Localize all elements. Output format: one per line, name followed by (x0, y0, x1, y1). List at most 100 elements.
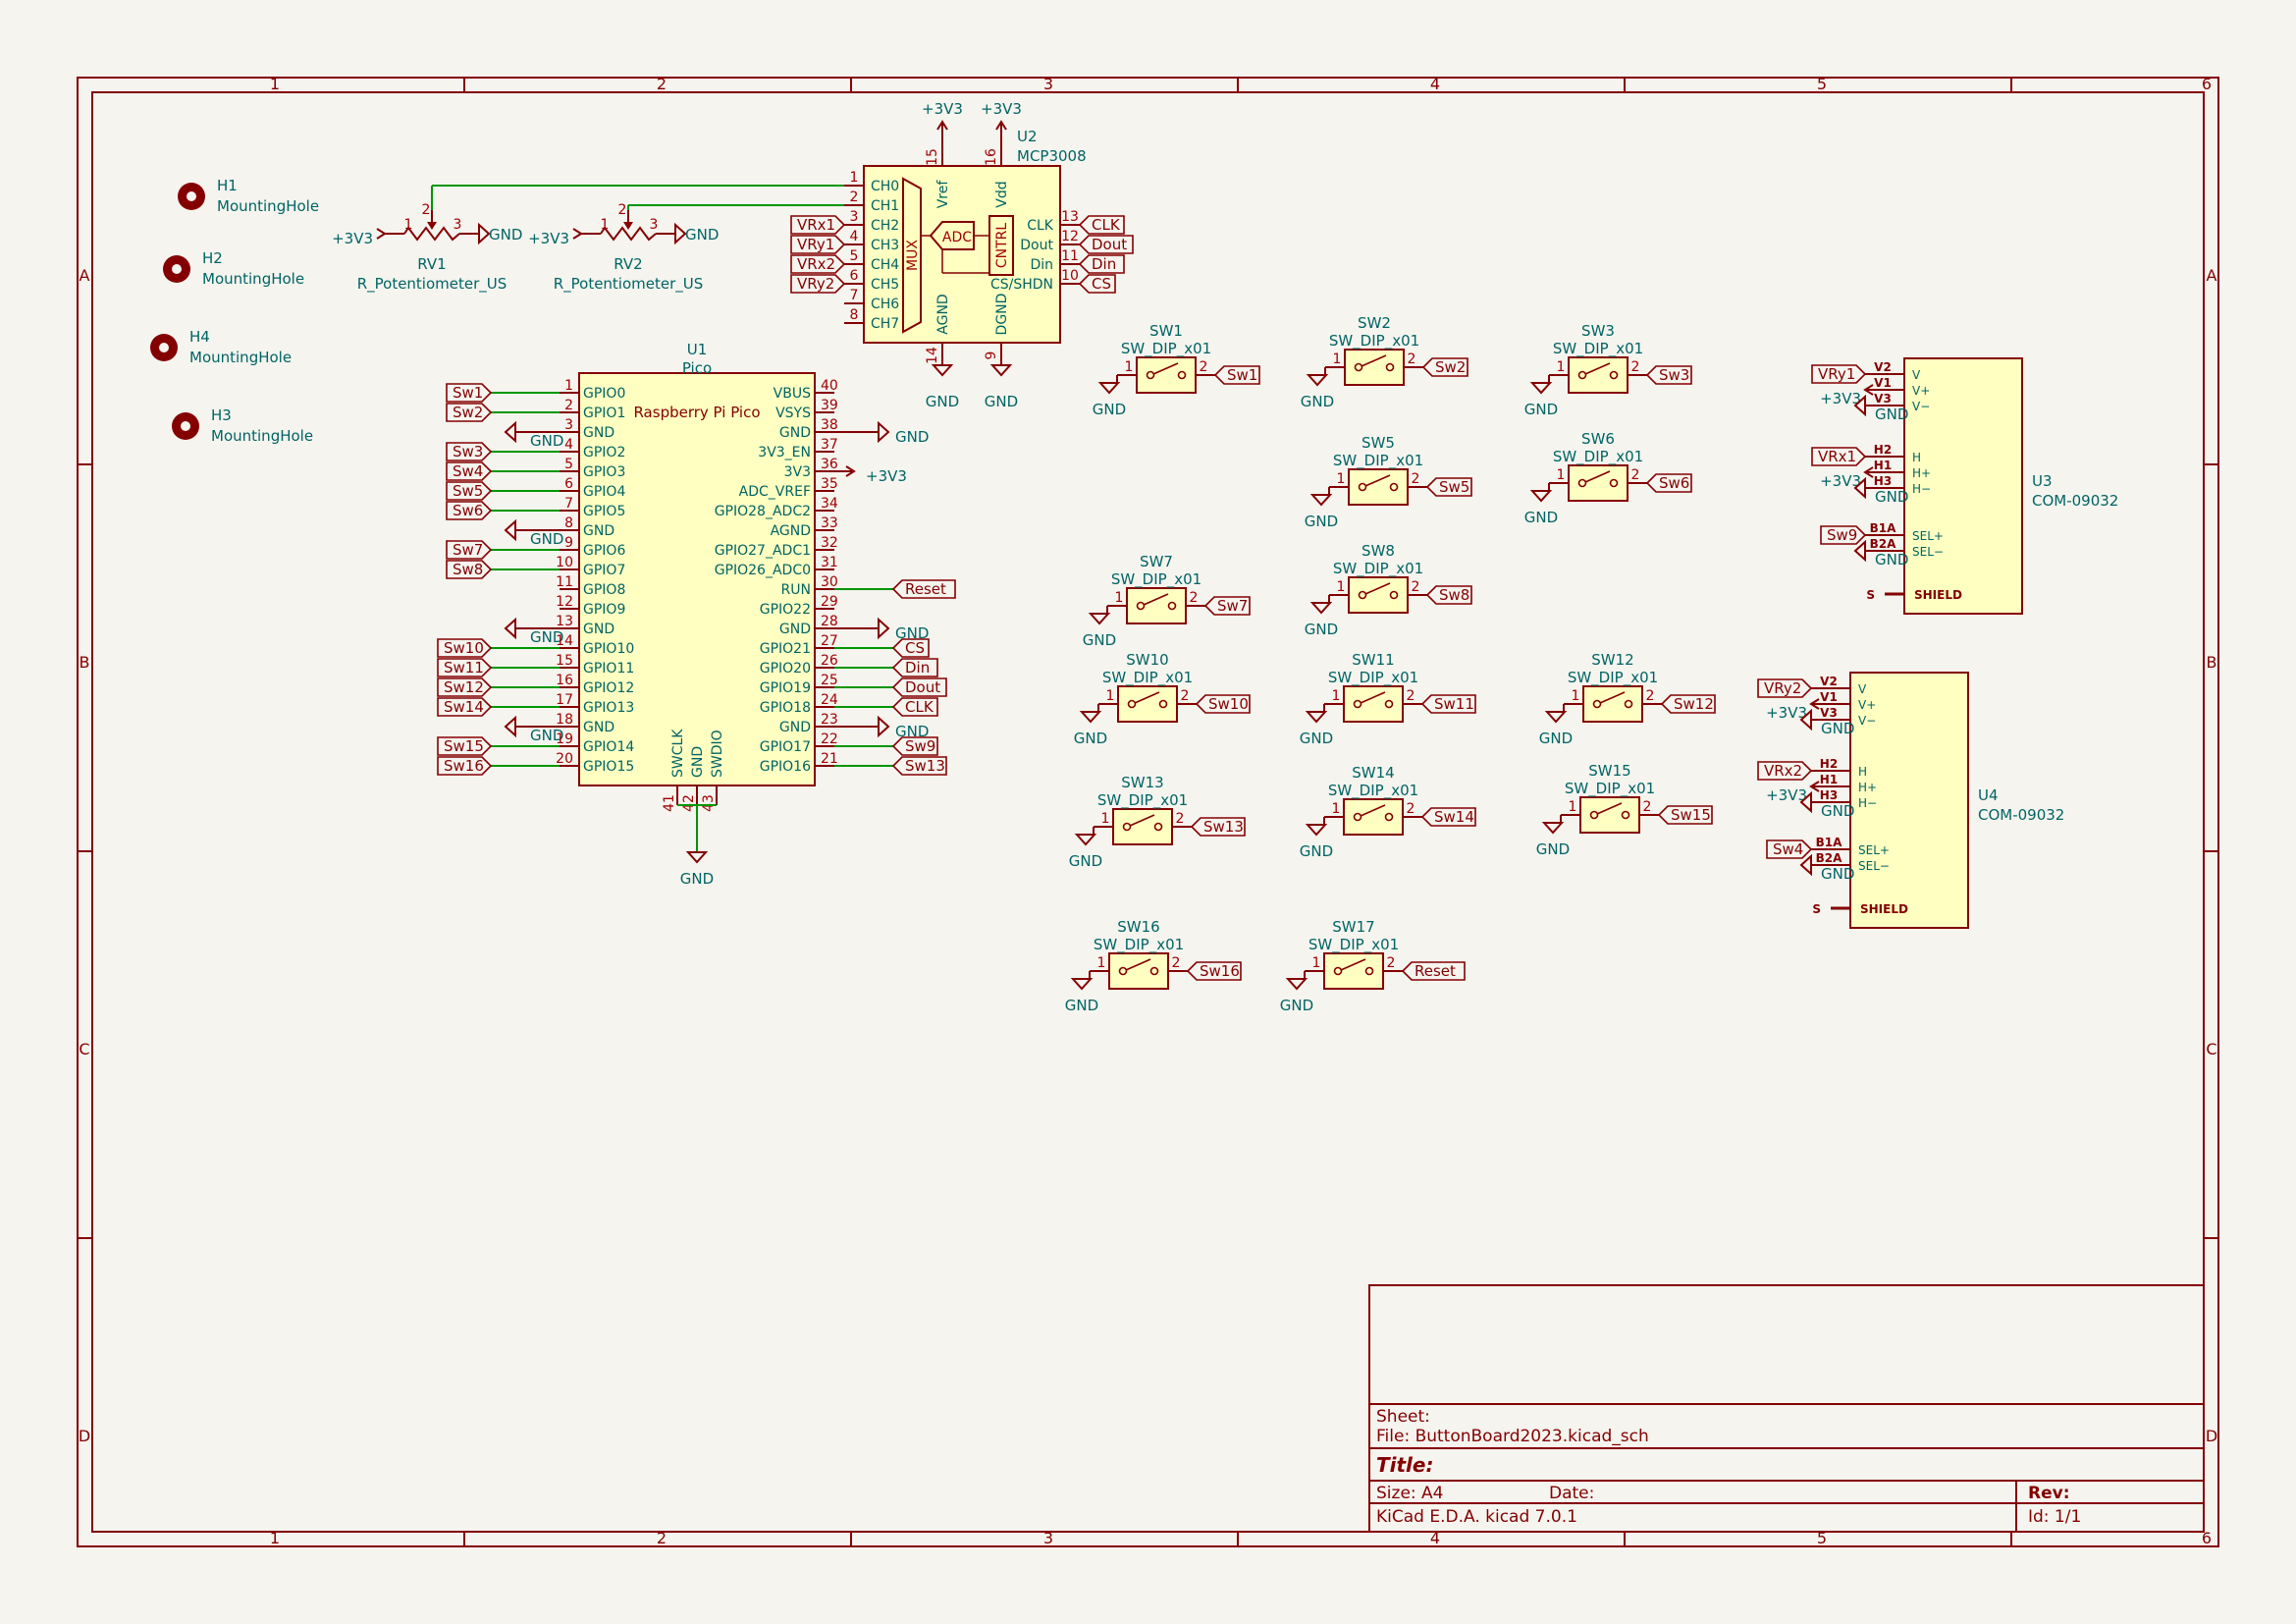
net-label-text: Sw11 (1434, 695, 1474, 713)
title-block-frame (1368, 1284, 2205, 1533)
potentiometers: +3V3 GND123RV1R_Potentiometer_US+3V3 GND12… (332, 185, 859, 294)
dip-switch: 1 2 SW13SW_DIP_x01 GND Sw13 (1069, 774, 1246, 870)
pin-number: B2A (1816, 851, 1842, 865)
net-label-text: VRx1 (1818, 448, 1856, 465)
pin-name: GND (583, 622, 614, 637)
net-label-text: Sw4 (453, 462, 483, 480)
switch-ref: SW12 (1591, 651, 1633, 669)
switch-body (1344, 349, 1405, 386)
net-label-text: Sw2 (453, 404, 483, 421)
mounting-hole-center (181, 421, 190, 431)
ground-triangle (1079, 711, 1102, 724)
ground-triangle (1305, 824, 1328, 837)
pin-name: GPIO17 (760, 739, 811, 755)
cntrl-label: CNTRL (994, 223, 1010, 269)
pin-number: 34 (821, 496, 838, 512)
tb-id: Id: 1/1 (2028, 1507, 2081, 1527)
ground-symbol (1079, 711, 1102, 724)
pot-ground (674, 222, 687, 245)
pin-number: 1 (1125, 359, 1134, 375)
net-label-text: Sw9 (905, 737, 935, 755)
shield-label: SHIELD (1914, 588, 1962, 602)
switch-value: SW_DIP_x01 (1308, 936, 1399, 954)
net-label-text: Sw3 (1659, 366, 1689, 384)
ground-symbol (1529, 490, 1553, 503)
net-label-text: Dout (1092, 236, 1127, 253)
ground-triangle (878, 420, 890, 444)
pin-name: GPIO11 (583, 661, 634, 677)
pin-number: 13 (1061, 209, 1079, 225)
net-label: VRy2 (1757, 678, 1813, 698)
ground-symbol (1544, 711, 1568, 724)
pin-name: CH0 (871, 179, 899, 194)
net-label: Sw8 (446, 560, 493, 579)
pin-number: 20 (556, 751, 573, 767)
pin-number: 2 (1646, 688, 1655, 704)
ground-symbol (1285, 978, 1308, 991)
pin-name: H− (1912, 482, 1931, 496)
pin-number: 15 (925, 148, 940, 166)
net-label-text: Sw16 (1200, 962, 1240, 980)
ground-triangle (1529, 382, 1553, 395)
pin-number: 36 (821, 457, 838, 472)
dip-switch: 1 2 SW12SW_DIP_x01 GND Sw12 (1539, 651, 1716, 747)
ground-symbol (1799, 853, 1812, 877)
switch-body (1112, 808, 1173, 845)
ground-symbol (878, 617, 890, 640)
joystick-ref: U4 (1978, 786, 1999, 804)
pin-number: 7 (564, 496, 573, 512)
adc-ref: U2 (1017, 128, 1038, 145)
ground-triangle (1529, 490, 1553, 503)
hole-value: MountingHole (211, 427, 313, 445)
pin-number: 2 (1176, 811, 1185, 827)
switch-value: SW_DIP_x01 (1102, 669, 1193, 687)
pin-number: H3 (1874, 474, 1892, 488)
pin-number: 2 (1407, 801, 1415, 817)
ground-triangle (504, 715, 516, 738)
ground-label: GND (926, 393, 959, 410)
pin-number: B2A (1870, 537, 1896, 551)
net-label-text: Sw13 (1203, 818, 1244, 836)
pin-number: S (1812, 902, 1821, 916)
col-marker-bottom: 2 (657, 1529, 667, 1547)
ground-symbol (878, 420, 890, 444)
net-label-text: CLK (1092, 216, 1121, 234)
switch-value: SW_DIP_x01 (1568, 669, 1658, 687)
net-label: Sw3 (446, 442, 493, 461)
ground-symbol (685, 851, 709, 864)
ground-symbol (1305, 824, 1328, 837)
ground-triangle (504, 617, 516, 640)
net-label-text: CS (1092, 275, 1111, 293)
net-label: Sw12 (1660, 694, 1716, 714)
ground-label: GND (1305, 513, 1338, 530)
pin-number: 1 (1572, 688, 1580, 704)
pin-name: GPIO28_ADC2 (715, 504, 811, 519)
net-label-text: Sw2 (1435, 358, 1466, 376)
ground-triangle (1074, 834, 1097, 846)
ground-symbol (1853, 539, 1866, 563)
switch-ref: SW15 (1588, 762, 1630, 780)
col-marker-top: 5 (1817, 75, 1827, 93)
ground-triangle (685, 851, 709, 864)
net-label-text: CS (905, 639, 925, 657)
pin-number: H1 (1820, 773, 1838, 786)
hole-ref: H3 (211, 406, 232, 424)
mounting-hole: H2 MountingHole (163, 249, 304, 288)
ground-label: GND (1065, 997, 1098, 1014)
ground-label: GND (1083, 631, 1116, 649)
ground-label: GND (1069, 852, 1102, 870)
pin-number: 2 (1200, 359, 1208, 375)
pin-number: 10 (1061, 268, 1079, 284)
switch-ref: SW2 (1358, 314, 1391, 332)
switch-value: SW_DIP_x01 (1329, 332, 1419, 351)
net-label: VRx1 (790, 215, 846, 235)
pin-name: GPIO4 (583, 484, 625, 500)
ground-label: GND (530, 432, 563, 450)
power-label: +3V3 (981, 100, 1022, 118)
mounting-holes: H1 MountingHole H2 MountingHole H4 MountingHo… (150, 177, 319, 445)
switch-ref: SW6 (1581, 430, 1615, 448)
row-marker-left: D (79, 1427, 90, 1445)
net-label-text: VRy2 (797, 275, 834, 293)
pin-name: 3V3_EN (758, 445, 811, 460)
pin-name: GPIO14 (583, 739, 634, 755)
